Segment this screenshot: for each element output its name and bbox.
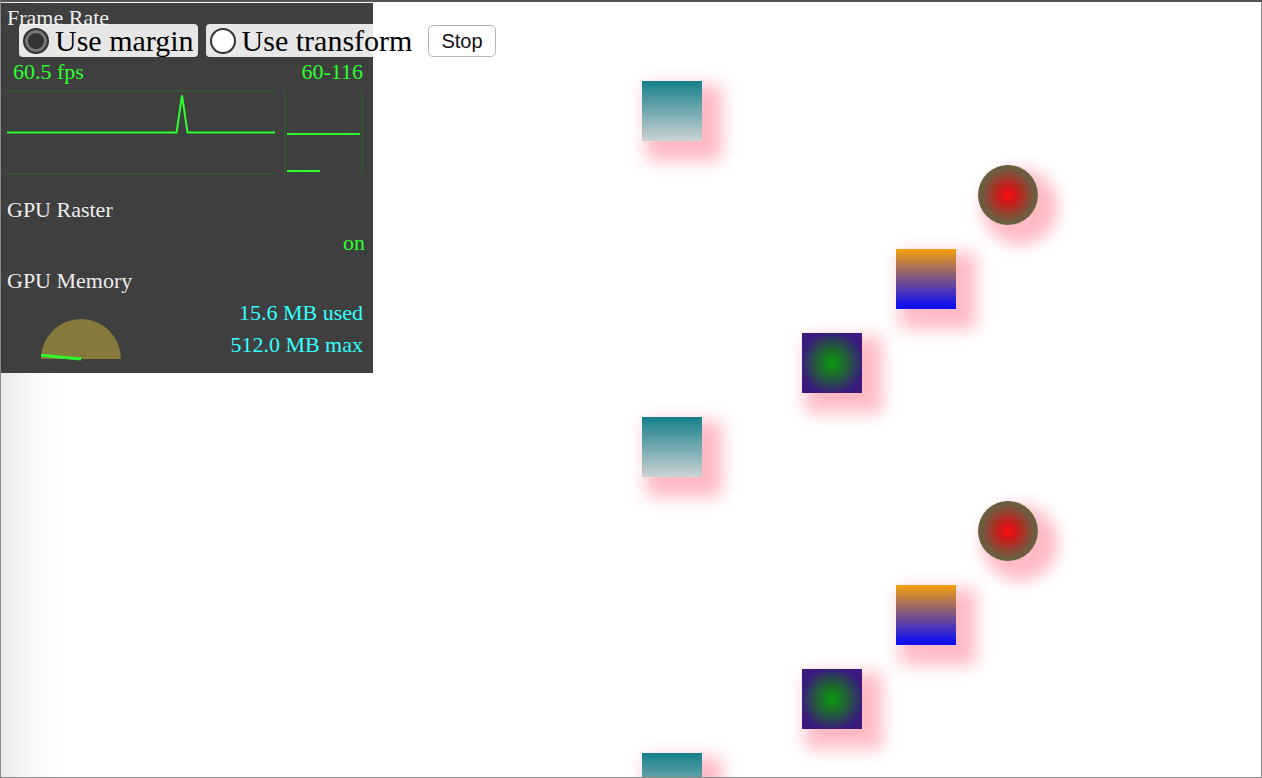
gpu-memory-title: GPU Memory <box>7 269 367 293</box>
chart-top-rule <box>7 91 275 92</box>
radio-button[interactable] <box>23 28 49 54</box>
moving-circle <box>978 501 1038 561</box>
gpu-raster-value: on <box>7 231 367 255</box>
demo-page: Use marginUse transformStop Frame Rate60… <box>0 0 1262 778</box>
moving-square <box>642 417 702 477</box>
fps-chart <box>7 90 365 176</box>
radio-label: Use transform <box>242 24 413 57</box>
moving-square <box>642 753 702 778</box>
gauge-needle <box>41 355 81 359</box>
moving-square <box>896 249 956 309</box>
radio-option[interactable]: Use transform <box>206 24 417 57</box>
fps-value: 60.5 fps <box>13 60 84 84</box>
controls-bar: Use margin Use transform Stop <box>1 2 1261 57</box>
fps-row: 60.5 fps 60-116 <box>7 60 367 84</box>
memory-max: 512.0 MB max <box>230 329 363 361</box>
radio-label: Use margin <box>55 24 194 57</box>
histogram-right-rule <box>362 91 363 175</box>
gpu-memory-row: 15.6 MB used512.0 MB max <box>7 297 367 361</box>
moving-square <box>802 333 862 393</box>
radio-button[interactable] <box>210 28 236 54</box>
stop-button[interactable]: Stop <box>428 25 495 57</box>
moving-square <box>896 585 956 645</box>
histogram-bar <box>287 170 320 172</box>
moving-square <box>802 669 862 729</box>
fps-meter: Frame Rate60.5 fps60-116GPU RasteronGPU … <box>1 3 373 373</box>
histogram-left-rule <box>285 91 286 175</box>
gpu-raster-title: GPU Raster <box>7 198 367 222</box>
fps-range: 60-116 <box>301 60 363 84</box>
moving-circle <box>978 165 1038 225</box>
histogram-bar <box>287 133 360 135</box>
moving-square <box>642 81 702 141</box>
chart-bottom-rule <box>7 174 275 175</box>
gauge-dial <box>41 319 121 359</box>
fps-line <box>7 96 275 133</box>
memory-used: 15.6 MB used <box>230 297 363 329</box>
radio-option[interactable]: Use margin <box>19 24 198 57</box>
memory-gauge <box>7 315 127 361</box>
memory-readings: 15.6 MB used512.0 MB max <box>230 297 367 361</box>
